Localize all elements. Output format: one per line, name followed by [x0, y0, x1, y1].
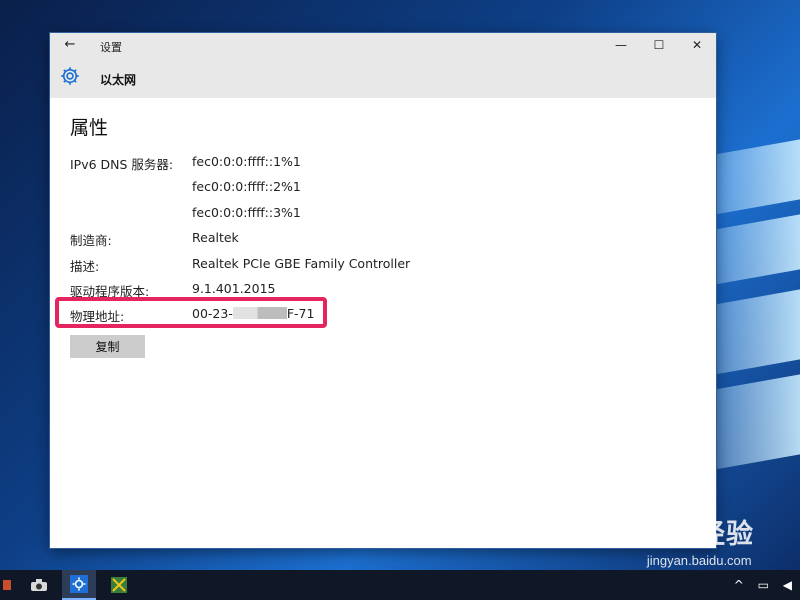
page-title: 以太网 — [100, 73, 137, 87]
property-row: 描述: Realtek PCIe GBE Family Controller — [70, 253, 696, 278]
taskbar: ^ ▭ ◀ — [0, 570, 800, 600]
window-title: 设置 — [100, 41, 122, 54]
minimize-button[interactable]: — — [602, 33, 640, 58]
chevron-up-icon[interactable]: ^ — [734, 578, 744, 592]
network-tool-icon — [111, 577, 127, 593]
close-button[interactable]: ✕ — [678, 33, 716, 58]
taskbar-app-icon[interactable] — [22, 570, 56, 600]
property-value: fec0:0:0:ffff::1%1 — [192, 154, 301, 169]
taskbar-app-icon[interactable] — [0, 570, 14, 600]
taskbar-settings-icon[interactable] — [62, 570, 96, 600]
back-arrow-icon[interactable]: ← — [62, 37, 78, 53]
watermark-logo: Bai 经验 — [644, 519, 754, 549]
baidu-watermark: Bai 经验 jingyan.baidu.com — [644, 512, 754, 568]
property-value: Realtek — [192, 230, 239, 246]
property-row: fec0:0:0:ffff::3%1 — [70, 202, 696, 227]
property-label: 描述: — [70, 258, 100, 274]
property-value: fec0:0:0:ffff::2%1 — [192, 179, 301, 195]
taskbar-app-icon[interactable] — [102, 570, 136, 600]
property-row: fec0:0:0:ffff::2%1 — [70, 176, 696, 201]
network-icon[interactable]: ▭ — [758, 578, 769, 592]
section-title: 属性 — [70, 117, 109, 139]
page-header: 以太网 — [50, 58, 716, 98]
volume-icon[interactable]: ◀ — [783, 578, 792, 592]
system-tray: ^ ▭ ◀ — [724, 578, 792, 592]
property-label: IPv6 DNS 服务器: — [70, 157, 174, 172]
property-value: fec0:0:0:ffff::3%1 — [192, 204, 301, 220]
highlight-box — [55, 297, 327, 328]
maximize-button[interactable]: ☐ — [640, 33, 678, 58]
gear-icon — [61, 67, 79, 85]
settings-gear-icon — [70, 575, 88, 593]
settings-window: ← 设置 — ☐ ✕ 以太网 属性 IPv6 DNS 服务器: fec0:0:0… — [50, 33, 716, 548]
property-row: IPv6 DNS 服务器: fec0:0:0:ffff::1%1 — [70, 151, 696, 176]
app-icon — [3, 580, 11, 590]
property-label: 制造商: — [70, 233, 112, 249]
copy-button[interactable]: 复制 — [70, 335, 145, 358]
property-value: 9.1.401.2015 — [192, 280, 276, 296]
property-value: Realtek PCIe GBE Family Controller — [192, 255, 411, 271]
title-bar: ← 设置 — ☐ ✕ — [50, 33, 716, 58]
watermark-url: jingyan.baidu.com — [646, 553, 752, 568]
property-row: 制造商: Realtek — [70, 227, 696, 252]
camera-icon — [31, 579, 47, 591]
